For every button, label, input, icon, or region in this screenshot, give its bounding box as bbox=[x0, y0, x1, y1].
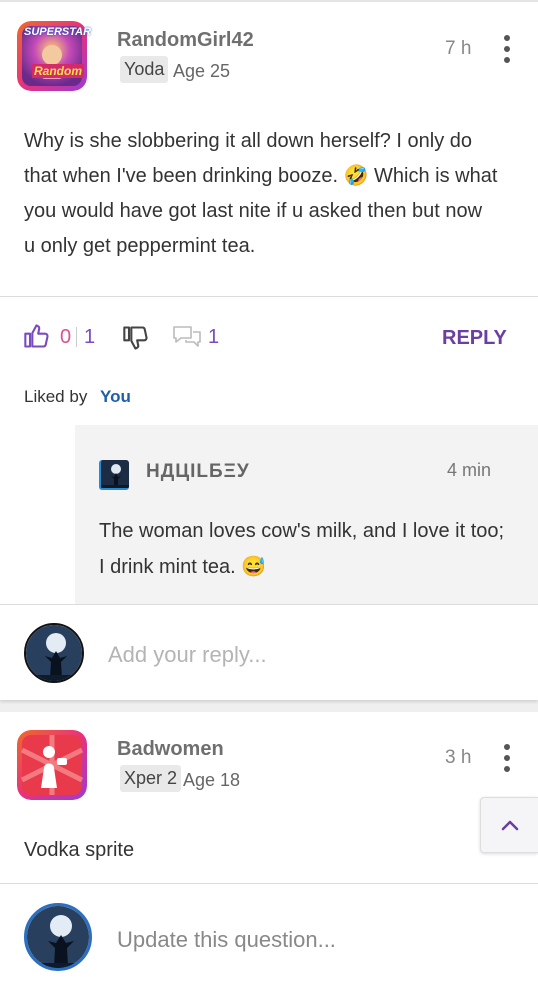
thumbs-down-icon[interactable] bbox=[122, 324, 150, 357]
reply-text: The woman loves cow's milk, and I love i… bbox=[99, 513, 529, 585]
xper-level-badge: Xper 2 bbox=[120, 765, 182, 792]
reply-time: 4 min bbox=[447, 460, 492, 480]
more-options-icon[interactable] bbox=[504, 35, 510, 68]
username[interactable]: RandomGirl42 bbox=[117, 29, 254, 52]
scroll-to-top-button[interactable] bbox=[480, 797, 538, 853]
comments-icon[interactable] bbox=[172, 324, 202, 355]
answer-line: Why is she slobbering it all down hersel… bbox=[24, 130, 473, 152]
answer-line: u only get peppermint tea. bbox=[24, 235, 256, 257]
user-age: Age 18 bbox=[183, 770, 241, 790]
reply-thread: НДЦILБΞУ 4 min The woman loves cow's mil… bbox=[75, 425, 538, 605]
current-user-avatar bbox=[24, 623, 84, 683]
xper-level-badge: Yoda bbox=[120, 56, 169, 83]
divider bbox=[0, 604, 538, 605]
answer-card-2: Badwomen Xper 2 Age 18 3 h Vodka sprite … bbox=[0, 712, 538, 1000]
username[interactable]: Badwomen bbox=[117, 738, 224, 761]
add-reply-input[interactable]: Add your reply... bbox=[108, 642, 267, 668]
user-age: Age 25 bbox=[173, 61, 231, 81]
like-count: 0 bbox=[60, 326, 72, 348]
liked-by-user[interactable]: You bbox=[100, 387, 131, 407]
current-user-avatar bbox=[24, 903, 92, 971]
divider bbox=[0, 883, 538, 884]
avatar-text-bottom: Random bbox=[32, 64, 84, 78]
reply-avatar[interactable] bbox=[99, 460, 129, 490]
more-options-icon[interactable] bbox=[504, 744, 510, 777]
avatar-badwomen[interactable] bbox=[17, 730, 87, 800]
thumbs-up-icon[interactable] bbox=[23, 322, 51, 355]
answer-text: Why is she slobbering it all down hersel… bbox=[24, 124, 524, 264]
post-time: 3 h bbox=[445, 747, 472, 768]
chevron-up-icon bbox=[501, 818, 519, 836]
answer-card-1: SUPERSTAR Random RandomGirl42 Yoda Age 2… bbox=[0, 0, 538, 700]
count-separator bbox=[76, 327, 77, 347]
reply-button[interactable]: REPLY bbox=[442, 327, 507, 350]
update-question-input[interactable]: Update this question... bbox=[117, 927, 336, 953]
comment-count: 1 bbox=[208, 326, 220, 348]
divider bbox=[0, 296, 538, 297]
post-time: 7 h bbox=[445, 38, 472, 59]
answer-text: Vodka sprite bbox=[24, 839, 135, 861]
liked-by-label: Liked by bbox=[24, 387, 88, 406]
reply-line: I drink mint tea. 😅 bbox=[99, 556, 267, 578]
avatar-text-top: SUPERSTAR bbox=[24, 26, 92, 38]
like-total: 1 bbox=[84, 326, 96, 348]
reply-username[interactable]: НДЦILБΞУ bbox=[146, 461, 250, 483]
answer-line: you would have got last nite if u asked … bbox=[24, 200, 483, 222]
reply-line: The woman loves cow's milk, and I love i… bbox=[99, 520, 505, 542]
answer-line: that when I've been drinking booze. 🤣 Wh… bbox=[24, 165, 498, 187]
